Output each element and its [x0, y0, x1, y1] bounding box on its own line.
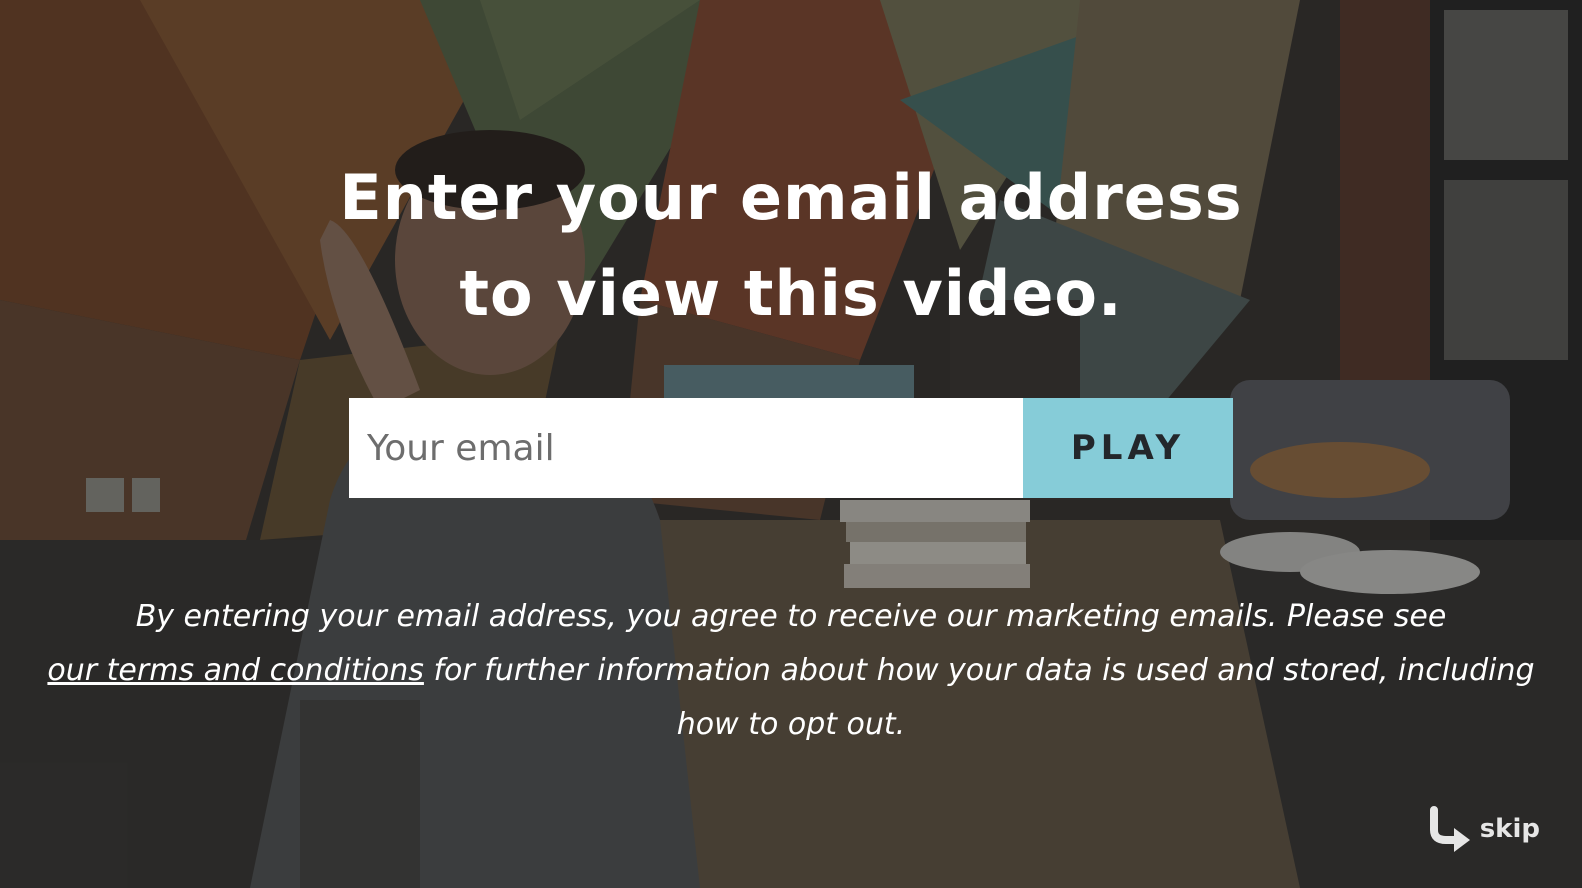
curved-arrow-icon — [1429, 806, 1470, 852]
headline-line-2: to view this video. — [459, 257, 1123, 330]
gate-headline: Enter your email address to view this vi… — [0, 150, 1582, 342]
disclaimer-after: for further information about how your d… — [433, 653, 1535, 742]
email-input[interactable] — [349, 398, 1023, 498]
email-gate: Enter your email address to view this vi… — [0, 0, 1582, 888]
play-button[interactable]: PLAY — [1023, 398, 1233, 498]
terms-link[interactable]: our terms and conditions — [47, 653, 424, 688]
disclaimer-before: By entering your email address, you agre… — [135, 599, 1447, 634]
video-player: Enter your email address to view this vi… — [0, 0, 1582, 888]
skip-label: skip — [1479, 814, 1540, 844]
skip-button[interactable]: skip — [1424, 806, 1540, 852]
disclaimer-text: By entering your email address, you agre… — [40, 590, 1542, 752]
email-form: PLAY — [349, 398, 1233, 498]
headline-line-1: Enter your email address — [339, 161, 1243, 234]
